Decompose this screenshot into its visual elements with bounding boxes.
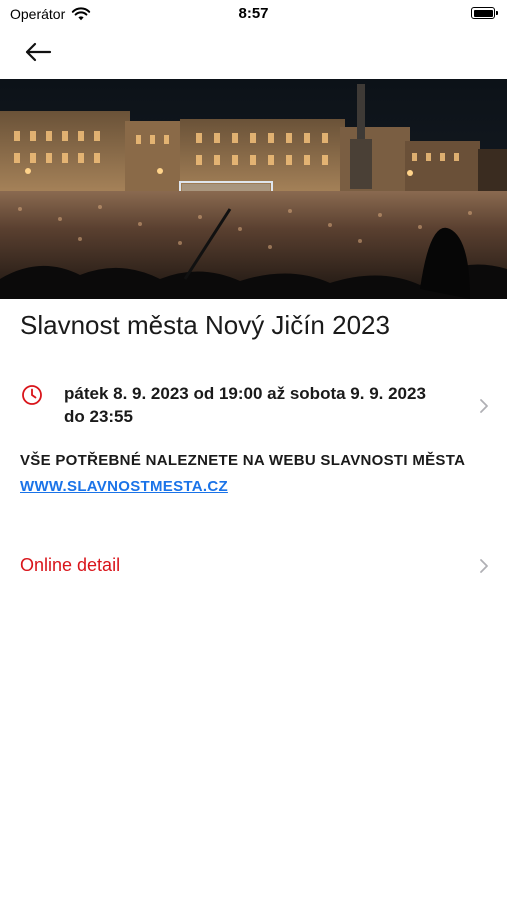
event-date-text: pátek 8. 9. 2023 od 19:00 až sobota 9. 9…: [64, 384, 426, 426]
status-bar: Operátor 8:57: [0, 0, 507, 28]
event-title: Slavnost města Nový Jičín 2023: [20, 310, 390, 340]
navigation-bar: [0, 28, 507, 78]
clock-time: 8:57: [238, 5, 269, 22]
event-hero-image: [0, 79, 507, 299]
website-link[interactable]: WWW.SLAVNOSTMESTA.CZ: [20, 478, 228, 495]
chevron-right-icon: [480, 559, 488, 573]
event-description: VŠE POTŘEBNÉ NALEZNETE NA WEBU SLAVNOSTI…: [20, 448, 480, 500]
event-date-row[interactable]: pátek 8. 9. 2023 od 19:00 až sobota 9. 9…: [0, 378, 507, 434]
back-button[interactable]: [20, 36, 56, 68]
online-detail-row[interactable]: Online detail: [0, 548, 507, 584]
event-description-text: VŠE POTŘEBNÉ NALEZNETE NA WEBU SLAVNOSTI…: [20, 452, 465, 469]
clock-icon: [22, 385, 42, 405]
online-detail-label: Online detail: [20, 555, 121, 575]
arrow-left-icon: [25, 42, 52, 62]
battery-icon: [471, 7, 498, 19]
chevron-right-icon: [480, 399, 488, 413]
